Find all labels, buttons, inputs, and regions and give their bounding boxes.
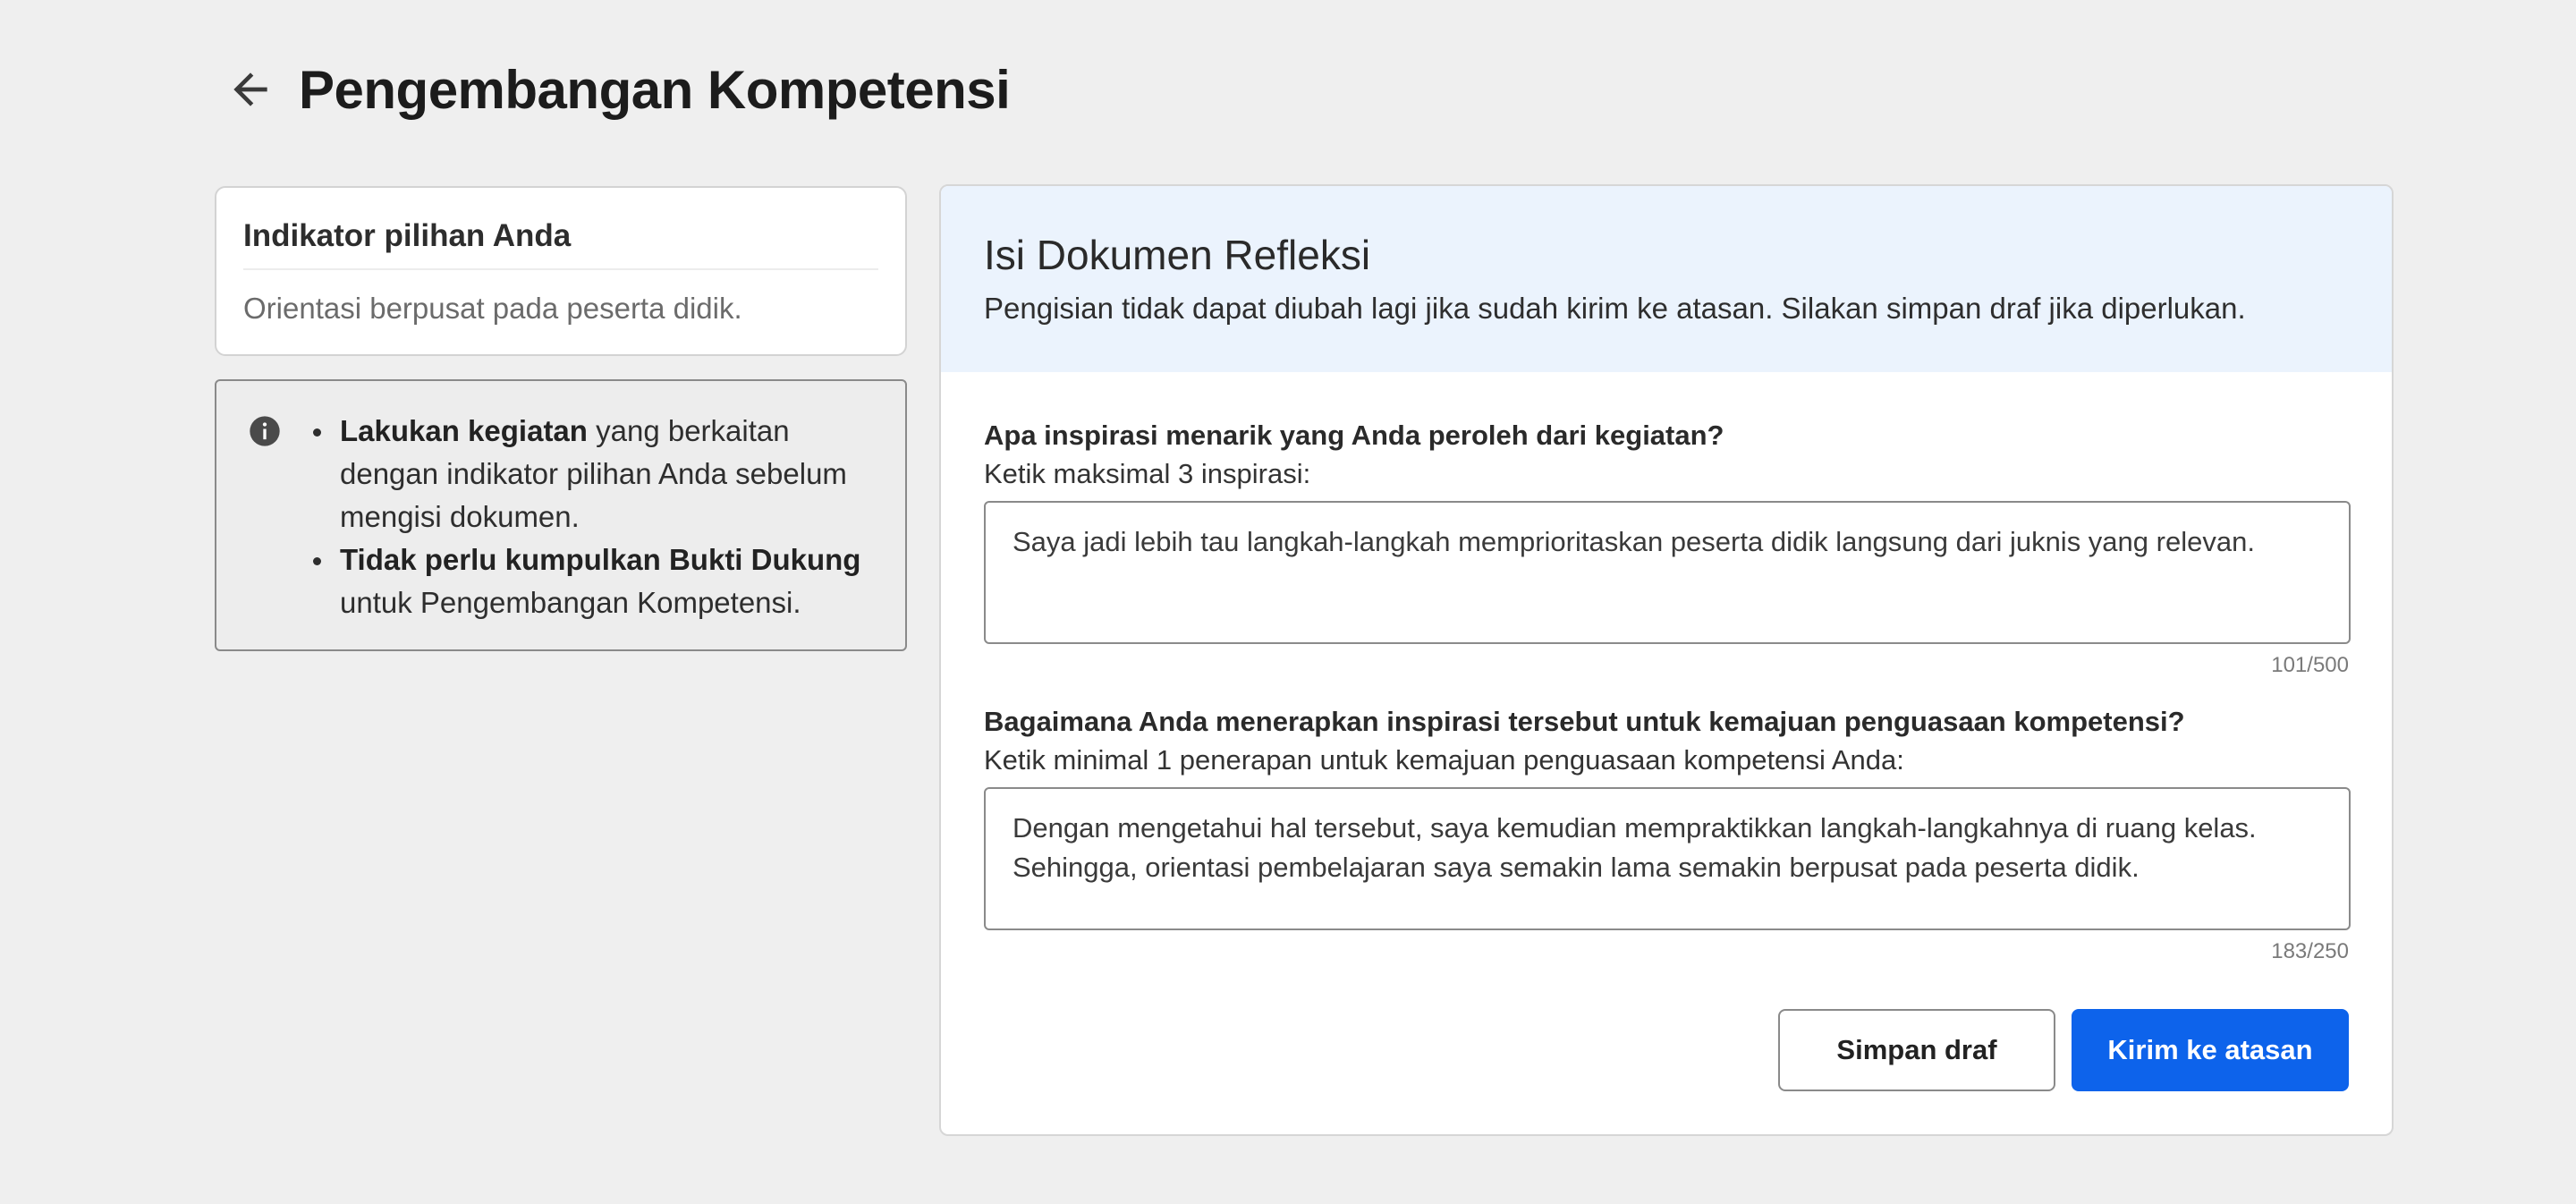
reflection-document-panel: Isi Dokumen Refleksi Pengisian tidak dap… (939, 184, 2394, 1136)
page-title: Pengembangan Kompetensi (299, 59, 1011, 120)
question-2: Bagaimana Anda menerapkan inspirasi ters… (984, 703, 2351, 964)
back-button[interactable] (216, 55, 284, 123)
save-draft-button[interactable]: Simpan draf (1778, 1009, 2055, 1091)
inspiration-textarea[interactable]: Saya jadi lebih tau langkah-langkah memp… (984, 501, 2351, 644)
indicator-value: Orientasi berpusat pada peserta didik. (243, 292, 742, 325)
document-header: Isi Dokumen Refleksi Pengisian tidak dap… (941, 186, 2392, 372)
question-hint: Ketik minimal 1 penerapan untuk kemajuan… (984, 744, 1904, 776)
form-actions: Simpan draf Kirim ke atasan (1778, 1009, 2349, 1091)
character-counter: 101/500 (2271, 653, 2349, 677)
question-hint: Ketik maksimal 3 inspirasi: (984, 458, 1311, 489)
indicator-title: Indikator pilihan Anda (243, 188, 878, 270)
indicator-card: Indikator pilihan Anda Orientasi berpusa… (215, 186, 907, 356)
document-subtitle: Pengisian tidak dapat diubah lagi jika s… (984, 292, 2246, 325)
info-callout: Lakukan kegiatan yang berkaitan dengan i… (215, 379, 907, 651)
application-textarea[interactable]: Dengan mengetahui hal tersebut, saya kem… (984, 787, 2351, 930)
page-header: Pengembangan Kompetensi (215, 54, 1011, 125)
info-item-bold: Tidak perlu kumpulkan Bukti Dukung (340, 543, 861, 576)
document-title: Isi Dokumen Refleksi (984, 232, 1371, 278)
character-counter: 183/250 (2271, 939, 2349, 963)
info-item-text: untuk Pengembangan Kompetensi. (340, 586, 801, 619)
info-list: Lakukan kegiatan yang berkaitan dengan i… (311, 410, 878, 649)
submit-to-supervisor-button[interactable]: Kirim ke atasan (2072, 1009, 2349, 1091)
question-label: Apa inspirasi menarik yang Anda peroleh … (984, 420, 1724, 451)
info-item: Lakukan kegiatan yang berkaitan dengan i… (311, 410, 878, 538)
info-item: Tidak perlu kumpulkan Bukti Dukung untuk… (311, 538, 878, 624)
question-1: Apa inspirasi menarik yang Anda peroleh … (984, 417, 2351, 678)
arrow-left-icon (233, 72, 267, 106)
info-item-bold: Lakukan kegiatan (340, 414, 588, 447)
info-icon (250, 416, 280, 446)
question-label: Bagaimana Anda menerapkan inspirasi ters… (984, 706, 2185, 737)
document-body: Apa inspirasi menarik yang Anda peroleh … (941, 372, 2392, 964)
